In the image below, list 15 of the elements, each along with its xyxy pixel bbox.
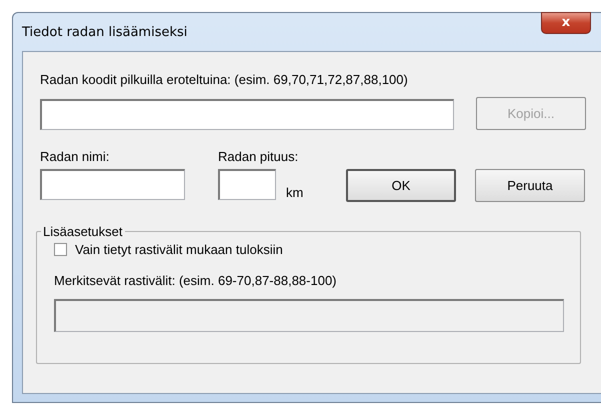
checkbox[interactable]	[54, 243, 67, 256]
close-button[interactable]: x	[541, 12, 591, 34]
codes-label: Radan koodit pilkuilla eroteltuina: (esim. 69,70,71,72,87,88,100)	[40, 72, 409, 87]
name-label: Radan nimi:	[40, 149, 110, 164]
length-field[interactable]	[218, 169, 276, 200]
legs-label: Merkitsevät rastivälit: (esim. 69-70,87-88,88-100)	[54, 273, 338, 288]
dialog-button[interactable]: Peruuta	[475, 169, 585, 202]
dialog-button[interactable]: OK	[346, 169, 456, 202]
group-title: Lisäasetukset	[42, 224, 124, 239]
unit-label: km	[286, 185, 304, 200]
name-field[interactable]	[40, 169, 185, 200]
checkbox-label: Vain tietyt rastivälit mukaan tuloksiin	[75, 242, 283, 257]
length-label: Radan pituus:	[218, 149, 300, 164]
codes-field[interactable]	[40, 99, 454, 130]
window-title: Tiedot radan lisäämiseksi	[22, 24, 188, 40]
